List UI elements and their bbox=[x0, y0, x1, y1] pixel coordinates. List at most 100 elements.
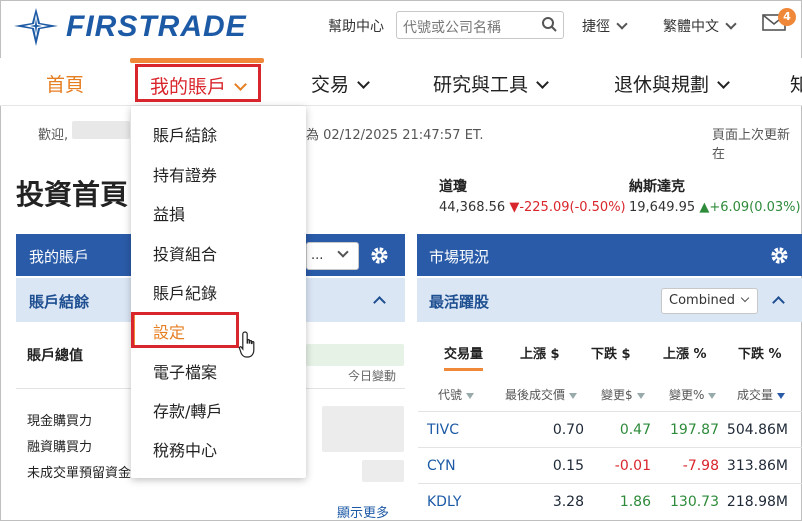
col-change-label: 變更$ bbox=[601, 388, 633, 402]
account-selector[interactable]: ... bbox=[306, 242, 359, 270]
mail-button[interactable]: 4 bbox=[762, 8, 796, 36]
col-symbol[interactable]: 代號 bbox=[438, 386, 475, 403]
market-filter-value: Combined bbox=[669, 293, 736, 308]
star-logo-icon bbox=[14, 8, 58, 46]
row-symbol[interactable]: KDLY bbox=[427, 494, 461, 510]
market-panel-title: 市場現況 bbox=[429, 248, 490, 266]
index-arrow: ▲ bbox=[699, 200, 710, 215]
market-filter-select[interactable]: Combined bbox=[661, 288, 758, 314]
index-arrow: ▼ bbox=[509, 200, 520, 215]
help-link[interactable]: 幫助中心 bbox=[328, 16, 384, 36]
menu-item-positions[interactable]: 持有證券 bbox=[153, 162, 217, 186]
col-last[interactable]: 最後成交價 bbox=[505, 386, 578, 403]
margin-power-label: 融資購買力 bbox=[27, 440, 93, 455]
language-label: 繁體中文 bbox=[663, 19, 719, 35]
index-name: 納斯達克 bbox=[629, 179, 685, 195]
index-nasdaq[interactable]: 納斯達克 19,649.95 ▲+6.09(0.03%) bbox=[629, 176, 801, 215]
collapse-icon[interactable] bbox=[772, 296, 785, 309]
login-time: 為 02/12/2025 21:47:57 ET. bbox=[306, 128, 484, 143]
table-row[interactable]: KDLY 3.28 1.86 130.73 218.98M bbox=[418, 483, 802, 519]
search-input[interactable]: 代號或公司名稱 bbox=[396, 11, 564, 39]
today-change-label: 今日變動 bbox=[348, 369, 397, 383]
col-volume-label: 成交量 bbox=[737, 388, 774, 402]
row-last: 0.70 bbox=[552, 422, 584, 438]
logo-text: FIRSTRADE bbox=[66, 10, 247, 43]
menu-item-history[interactable]: 賬戶紀錄 bbox=[153, 280, 217, 304]
values-blurred bbox=[362, 460, 404, 482]
nav-trade[interactable]: 交易 bbox=[311, 70, 370, 97]
row-last: 3.28 bbox=[552, 494, 584, 510]
gear-icon[interactable] bbox=[770, 246, 789, 269]
active-nav-indicator bbox=[130, 58, 264, 63]
col-change[interactable]: 變更$ bbox=[601, 386, 645, 403]
chevron-down-icon bbox=[337, 246, 350, 258]
chevron-down-icon bbox=[740, 293, 750, 303]
col-volume[interactable]: 成交量 bbox=[737, 386, 786, 403]
table-row[interactable]: CYN 0.15 -0.01 -7.98 313.86M bbox=[418, 447, 802, 483]
table-row[interactable]: TIVC 0.70 0.47 197.87 504.86M bbox=[418, 411, 802, 447]
menu-item-balance[interactable]: 賬戶結餘 bbox=[153, 122, 217, 146]
index-dow[interactable]: 道瓊 44,368.56 ▼-225.09(-0.50%) bbox=[439, 176, 626, 215]
account-panel-title: 我的賬戶 bbox=[29, 248, 90, 266]
sort-desc-icon bbox=[777, 392, 786, 399]
chevron-down-icon bbox=[616, 18, 628, 30]
menu-item-deposit-transfer[interactable]: 存款/轉戶 bbox=[153, 398, 222, 422]
tab-volume[interactable]: 交易量 bbox=[444, 343, 484, 371]
nav-my-account[interactable]: 我的賬戶 bbox=[135, 64, 261, 102]
nav-research-label: 研究與工具 bbox=[433, 74, 529, 96]
unsettled-label: 未成交單預留資金 bbox=[27, 466, 131, 481]
firstrade-logo[interactable]: FIRSTRADE bbox=[14, 8, 247, 46]
index-value: 19,649.95 bbox=[629, 200, 696, 215]
menu-item-gain-loss[interactable]: 益損 bbox=[153, 201, 185, 225]
chevron-down-icon bbox=[536, 76, 549, 89]
nav-retirement-label: 退休與規劃 bbox=[614, 74, 710, 96]
chevron-down-icon bbox=[357, 76, 370, 89]
nav-research[interactable]: 研究與工具 bbox=[433, 70, 549, 97]
search-placeholder: 代號或公司名稱 bbox=[403, 20, 501, 36]
tab-up-percent[interactable]: 上漲 % bbox=[663, 343, 707, 362]
index-change: +6.09(0.03%) bbox=[709, 200, 801, 215]
sort-icon bbox=[708, 392, 717, 399]
menu-item-tax-center[interactable]: 稅務中心 bbox=[153, 437, 217, 461]
nav-retirement[interactable]: 退休與規劃 bbox=[614, 70, 730, 97]
row-symbol[interactable]: CYN bbox=[427, 458, 456, 474]
row-symbol[interactable]: TIVC bbox=[427, 422, 459, 438]
tab-down-percent[interactable]: 下跌 % bbox=[738, 343, 782, 362]
menu-item-portfolio[interactable]: 投資組合 bbox=[153, 241, 217, 265]
language-menu[interactable]: 繁體中文 bbox=[663, 16, 737, 36]
shortcuts-menu[interactable]: 捷徑 bbox=[582, 16, 628, 36]
gear-icon[interactable] bbox=[370, 246, 389, 269]
tab-up-dollar[interactable]: 上漲 $ bbox=[520, 343, 560, 362]
account-selector-value: ... bbox=[311, 248, 324, 263]
menu-item-e-documents[interactable]: 電子檔案 bbox=[153, 359, 217, 383]
chevron-down-icon bbox=[725, 18, 737, 30]
nav-trade-label: 交易 bbox=[311, 74, 350, 96]
index-change: -225.09(-0.50%) bbox=[519, 200, 626, 215]
row-change: 1.86 bbox=[619, 494, 651, 510]
col-last-label: 最後成交價 bbox=[505, 388, 566, 402]
hand-cursor-icon bbox=[238, 331, 255, 358]
index-name: 道瓊 bbox=[439, 179, 467, 195]
col-change-pct[interactable]: 變更% bbox=[669, 386, 717, 403]
chevron-down-icon bbox=[234, 78, 247, 91]
search-icon[interactable] bbox=[541, 16, 558, 37]
nav-more[interactable]: 知 bbox=[790, 70, 802, 97]
tab-down-dollar[interactable]: 下跌 $ bbox=[591, 343, 631, 362]
page-title: 投資首頁 bbox=[16, 178, 129, 211]
collapse-icon[interactable] bbox=[373, 296, 386, 309]
row-last: 0.15 bbox=[552, 458, 584, 474]
user-name-blurred bbox=[72, 121, 130, 139]
account-balance-title: 賬戶結餘 bbox=[29, 293, 90, 311]
nav-home[interactable]: 首頁 bbox=[46, 70, 84, 97]
sort-icon bbox=[466, 392, 475, 399]
my-account-dropdown: 賬戶結餘 持有證券 益損 投資組合 賬戶紀錄 設定 電子檔案 存款/轉戶 稅務中… bbox=[131, 106, 306, 478]
shortcuts-label: 捷徑 bbox=[582, 19, 610, 35]
cash-power-label: 現金購買力 bbox=[27, 414, 93, 429]
total-value-label: 賬戶總值 bbox=[27, 348, 83, 364]
row-change: 0.47 bbox=[619, 422, 651, 438]
show-more-link[interactable]: 顯示更多 bbox=[337, 502, 389, 521]
welcome-text: 歡迎, bbox=[38, 128, 69, 143]
market-panel-header: 市場現況 bbox=[417, 234, 802, 276]
total-value-blurred bbox=[306, 344, 404, 366]
mail-count-badge: 4 bbox=[778, 8, 796, 26]
